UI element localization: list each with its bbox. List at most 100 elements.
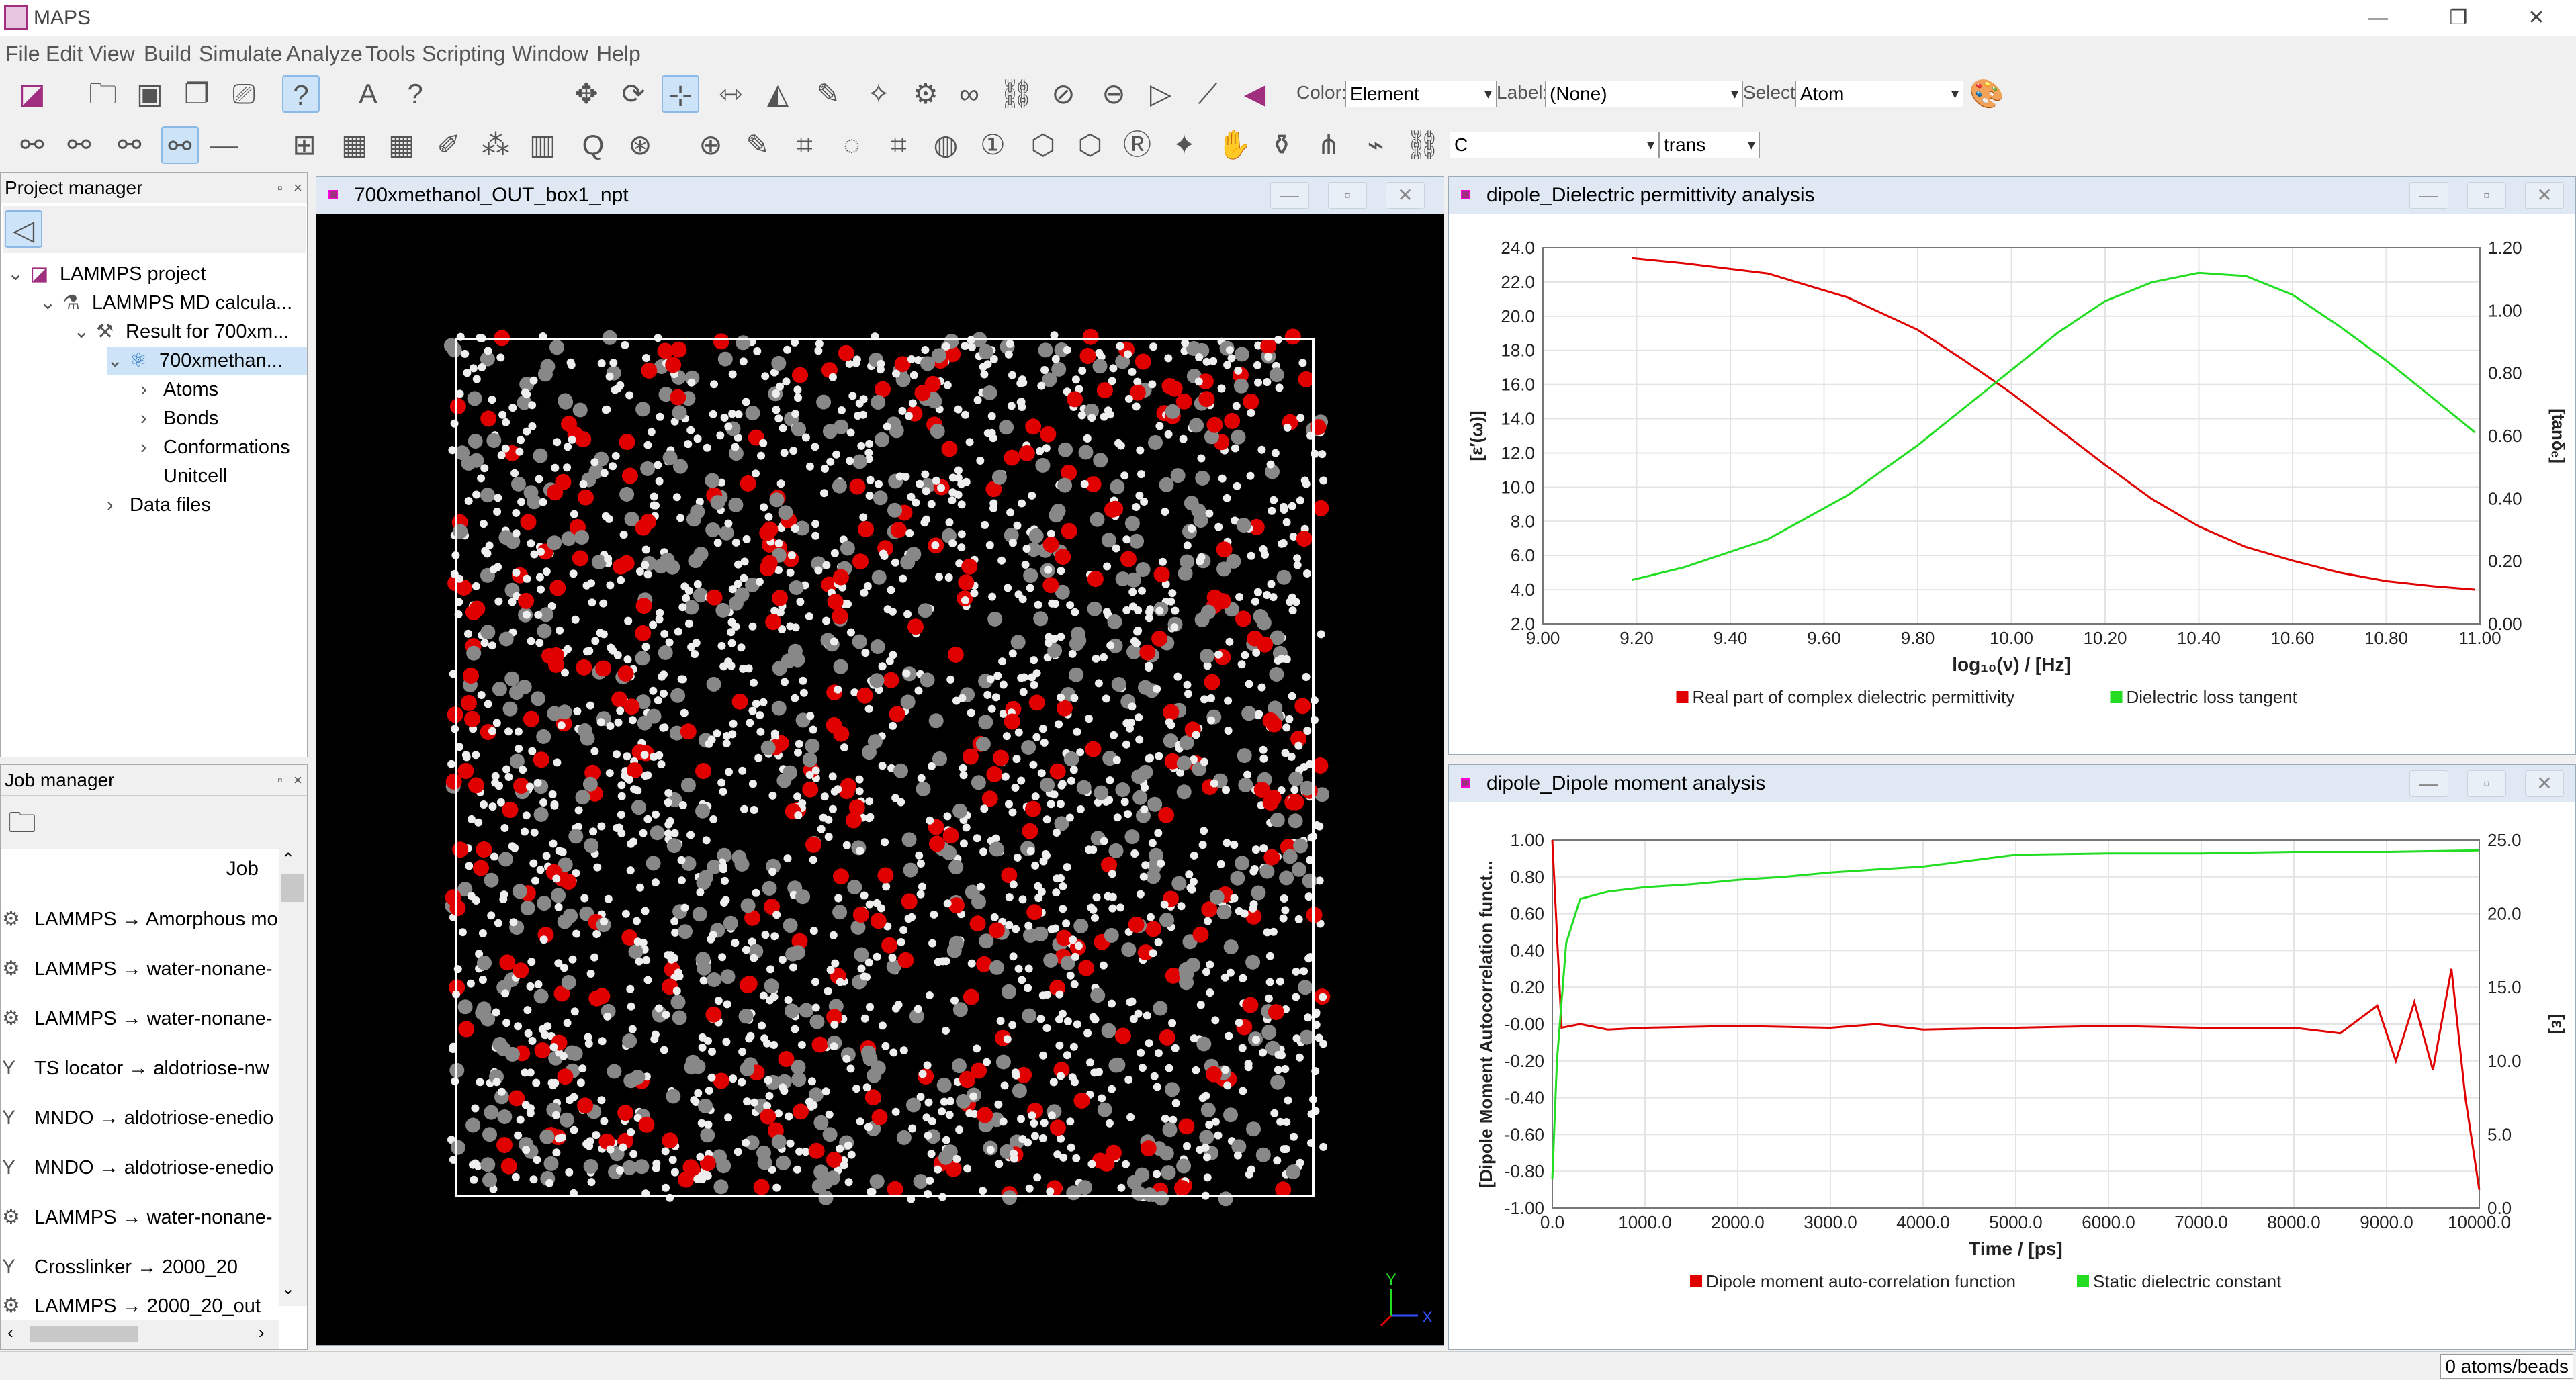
search-icon[interactable]: Q — [574, 126, 612, 164]
hexagons-icon[interactable]: ⬡ — [1071, 126, 1109, 164]
add-atom-icon[interactable]: ⊕ — [692, 126, 729, 164]
bond-order-icon[interactable]: — — [205, 126, 242, 164]
molecule-render[interactable]: X Y — [316, 214, 1444, 1345]
expand-arrow-icon[interactable]: › — [140, 375, 163, 404]
shelves-icon[interactable]: ▥ — [524, 126, 562, 164]
pointer-dropdown-icon[interactable]: ◀ — [1236, 75, 1274, 113]
add-cell-icon[interactable]: ⊞ — [285, 126, 323, 164]
query-icon[interactable]: ? — [396, 75, 434, 113]
rings-icon[interactable]: ∞ — [950, 75, 988, 113]
translate-icon[interactable]: ✥ — [568, 75, 605, 113]
menu-help[interactable]: Help — [596, 42, 641, 66]
expand-arrow-icon[interactable]: › — [140, 433, 163, 461]
wand-icon[interactable]: ✦ — [1165, 126, 1203, 164]
job-row[interactable]: ⚙ LAMMPS → water-nonane- — [2, 945, 277, 993]
tree-item-bonds[interactable]: › Bonds — [140, 404, 218, 432]
dipole-close-button[interactable]: ✕ — [2525, 770, 2564, 797]
hand-icon[interactable]: ✋ — [1216, 126, 1253, 164]
job-row[interactable]: Y TS locator → aldotriose-nw — [2, 1044, 277, 1093]
viewer-minimize-button[interactable]: — — [1270, 182, 1309, 209]
element-input[interactable]: C — [1450, 132, 1659, 158]
spark-icon[interactable]: ✧ — [860, 75, 897, 113]
grid-alt-icon[interactable]: ▦ — [383, 126, 420, 164]
viewer-restore-button[interactable]: ▫ — [1328, 182, 1367, 209]
float-icon[interactable]: ▫ — [277, 765, 283, 796]
flask-icon[interactable]: ⚱ — [1263, 126, 1300, 164]
job-scrollbar[interactable]: ⌃ ⌄ — [279, 849, 307, 1306]
polymer-icon[interactable]: ⌗ — [880, 126, 918, 164]
menu-file[interactable]: File — [5, 42, 40, 66]
tree-item-md-calculation[interactable]: ⌄ ⚗ LAMMPS MD calcula... — [40, 289, 292, 317]
dielectric-chart[interactable]: 9.00 9.20 9.40 9.60 9.80 10.00 10.20 10.40 10.60… — [1449, 214, 2575, 754]
expand-arrow-icon[interactable]: › — [107, 491, 130, 519]
brush-icon[interactable]: ⌁ — [1357, 126, 1394, 164]
job-hscrollbar[interactable]: ‹ › — [1, 1320, 279, 1349]
movie-camera-icon[interactable]: ⎚ — [225, 75, 263, 113]
chain-link-icon[interactable]: ⛓ — [1404, 126, 1441, 164]
tree-item-conformations[interactable]: › Conformations — [140, 433, 290, 461]
link-fragment-icon[interactable]: ⚯ — [161, 126, 199, 164]
scroll-thumb[interactable] — [281, 874, 304, 902]
grid-icon[interactable]: ▦ — [336, 126, 373, 164]
tree-item-project[interactable]: ⌄ ◪ LAMMPS project — [7, 260, 206, 288]
job-row[interactable]: ⚙ LAMMPS → water-nonane- — [2, 995, 277, 1043]
tree-item-structure[interactable]: ⌄ ⚛ 700xmethan... — [107, 347, 307, 375]
job-row[interactable]: ⚙ LAMMPS → Amorphous mo — [2, 895, 277, 944]
rs-icon[interactable]: Ⓡ — [1118, 126, 1156, 164]
remove-fragment-icon[interactable]: ⚯ — [111, 126, 148, 164]
menu-simulate[interactable]: Simulate — [199, 42, 283, 66]
add-fragment-icon[interactable]: ⚯ — [60, 126, 98, 164]
label-select[interactable]: (None) — [1545, 81, 1743, 107]
sphere-icon[interactable]: ◍ — [927, 126, 965, 164]
menu-tools[interactable]: Tools — [365, 42, 416, 66]
menu-window[interactable]: Window — [512, 42, 588, 66]
job-row[interactable]: Y Crosslinker → 2000_20 — [2, 1243, 277, 1291]
rotate-icon[interactable]: ⟳ — [615, 75, 652, 113]
tree-item-result[interactable]: ⌄ ⚒ Result for 700xm... — [73, 318, 289, 346]
dielectric-close-button[interactable]: ✕ — [2525, 182, 2564, 209]
gear-icon[interactable]: ⚙ — [907, 75, 944, 113]
3d-viewport[interactable]: X Y — [316, 214, 1444, 1345]
dielectric-minimize-button[interactable]: — — [2409, 182, 2448, 209]
select-mode-select[interactable]: Atom — [1795, 81, 1963, 107]
viewer-close-button[interactable]: ✕ — [1386, 182, 1425, 209]
dielectric-restore-button[interactable]: ▫ — [2467, 182, 2506, 209]
dipole-chart[interactable]: 0.0 1000.0 2000.0 3000.0 4000.0 5000.0 6000.0 7… — [1449, 802, 2575, 1349]
scroll-left-icon[interactable]: ‹ — [7, 1322, 13, 1343]
orbit-icon[interactable]: ⊖ — [1095, 75, 1132, 113]
navigate-icon[interactable]: ⊛ — [621, 126, 659, 164]
close-panel-icon[interactable]: × — [294, 765, 302, 796]
edit-cell-icon[interactable]: ✐ — [430, 126, 468, 164]
dipole-restore-button[interactable]: ▫ — [2467, 770, 2506, 797]
tree-item-data-files[interactable]: › Data files — [107, 491, 211, 519]
pencil-icon[interactable]: ✎ — [809, 75, 847, 113]
job-column-header[interactable]: Job — [1, 849, 279, 888]
number-one-icon[interactable]: ① — [974, 126, 1012, 164]
open-folder-icon[interactable]: 🗀 — [84, 75, 122, 113]
menu-build[interactable]: Build — [144, 42, 191, 66]
job-row[interactable]: Y MNDO → aldotriose-enedio — [2, 1144, 277, 1192]
comb-icon[interactable]: ⋔ — [1310, 126, 1347, 164]
measure-icon[interactable]: ⇿ — [712, 75, 750, 113]
bond-mode-select[interactable]: trans — [1659, 132, 1760, 158]
chain-icon[interactable]: ⌗ — [786, 126, 824, 164]
hscroll-thumb[interactable] — [30, 1326, 138, 1342]
job-row[interactable]: Y MNDO → aldotriose-enedio — [2, 1094, 277, 1142]
hide-icon[interactable]: ⊘ — [1045, 75, 1082, 113]
save-icon[interactable]: ▣ — [131, 75, 169, 113]
job-row[interactable]: ⚙ LAMMPS → 2000_20_out — [2, 1293, 277, 1320]
palette-icon[interactable]: 🎨 — [1968, 75, 2006, 113]
float-icon[interactable]: ▫ — [277, 173, 283, 203]
plot-icon[interactable]: ⟋ — [1189, 75, 1227, 113]
ring-icon[interactable]: ◌ — [833, 126, 871, 164]
hexagon-icon[interactable]: ⬡ — [1024, 126, 1062, 164]
expand-arrow-icon[interactable]: ⌄ — [73, 318, 96, 346]
expand-arrow-icon[interactable]: ⌄ — [40, 289, 62, 317]
expand-arrow-icon[interactable]: ⌄ — [7, 260, 30, 288]
minimize-button[interactable]: — — [2351, 3, 2405, 34]
play-icon[interactable]: ▷ — [1142, 75, 1180, 113]
menu-view[interactable]: View — [89, 42, 135, 66]
scroll-down-icon[interactable]: ⌄ — [281, 1279, 295, 1299]
bond-tool-icon[interactable]: ⚯ — [13, 126, 51, 164]
expand-arrow-icon[interactable]: ⌄ — [107, 347, 130, 375]
